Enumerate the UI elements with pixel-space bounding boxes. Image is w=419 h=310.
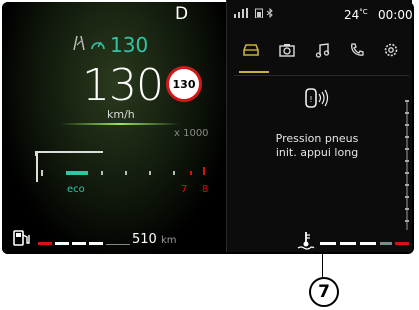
eco-zone-label: eco (67, 184, 85, 195)
tab-camera[interactable] (274, 40, 300, 64)
fuel-range-unit: km (160, 235, 177, 246)
fuel-pump-icon (12, 229, 32, 251)
multimedia-panel (227, 0, 412, 252)
fuel-gauge (38, 242, 130, 245)
cruise-control-icon (90, 36, 106, 55)
adas-indicator: 130 (72, 33, 148, 57)
tire-pressure-message[interactable]: Pression pneus init. appui long (236, 132, 398, 160)
temperature-value: 24 (344, 8, 360, 22)
speed-glow-divider (60, 123, 180, 125)
temperature-unit: °C (359, 8, 368, 16)
music-icon (315, 42, 331, 62)
signal-icon (234, 7, 252, 21)
outside-temperature: 24°C (344, 8, 368, 22)
tabs-separator (234, 75, 409, 76)
panel-tabs (236, 40, 406, 68)
gear-indicator: D (175, 4, 189, 24)
rpm-scale-label: x 1000 (174, 128, 209, 139)
camera-icon (278, 42, 296, 62)
lane-assist-icon (72, 35, 86, 55)
tire-pressure-icon: ! (302, 87, 330, 117)
tab-settings[interactable] (378, 40, 404, 64)
settings-icon (383, 42, 399, 62)
callout-marker: 7 (309, 277, 339, 307)
rpm-mark-7: 7 (181, 184, 188, 195)
tab-phone[interactable] (344, 40, 370, 64)
coolant-temperature-gauge (320, 242, 409, 245)
fuel-range-value: 510 (132, 232, 157, 247)
svg-text:!: ! (309, 95, 312, 104)
tab-vehicle[interactable] (238, 40, 264, 64)
speed-limit-sign: 130 (166, 66, 202, 102)
message-line-2: init. appui long (275, 146, 359, 159)
tab-music[interactable] (310, 40, 336, 64)
fuel-range: 510 km (132, 232, 177, 247)
active-tab-indicator (239, 71, 269, 73)
message-line-1: Pression pneus (275, 132, 359, 145)
coolant-temperature-icon (296, 230, 316, 254)
rpm-mark-8: 8 (202, 184, 209, 195)
cruise-set-speed: 130 (110, 33, 149, 57)
phone-battery-icon (255, 8, 263, 21)
speed-unit: km/h (107, 108, 135, 121)
bluetooth-icon (266, 7, 274, 21)
clock: 00:00 (378, 8, 413, 22)
car-icon (241, 42, 261, 62)
tachometer-bar (35, 151, 205, 182)
speed-value: 130 (82, 60, 164, 111)
callout-leader-line (322, 254, 323, 277)
scroll-indicator[interactable] (405, 100, 409, 230)
phone-icon (349, 42, 365, 62)
